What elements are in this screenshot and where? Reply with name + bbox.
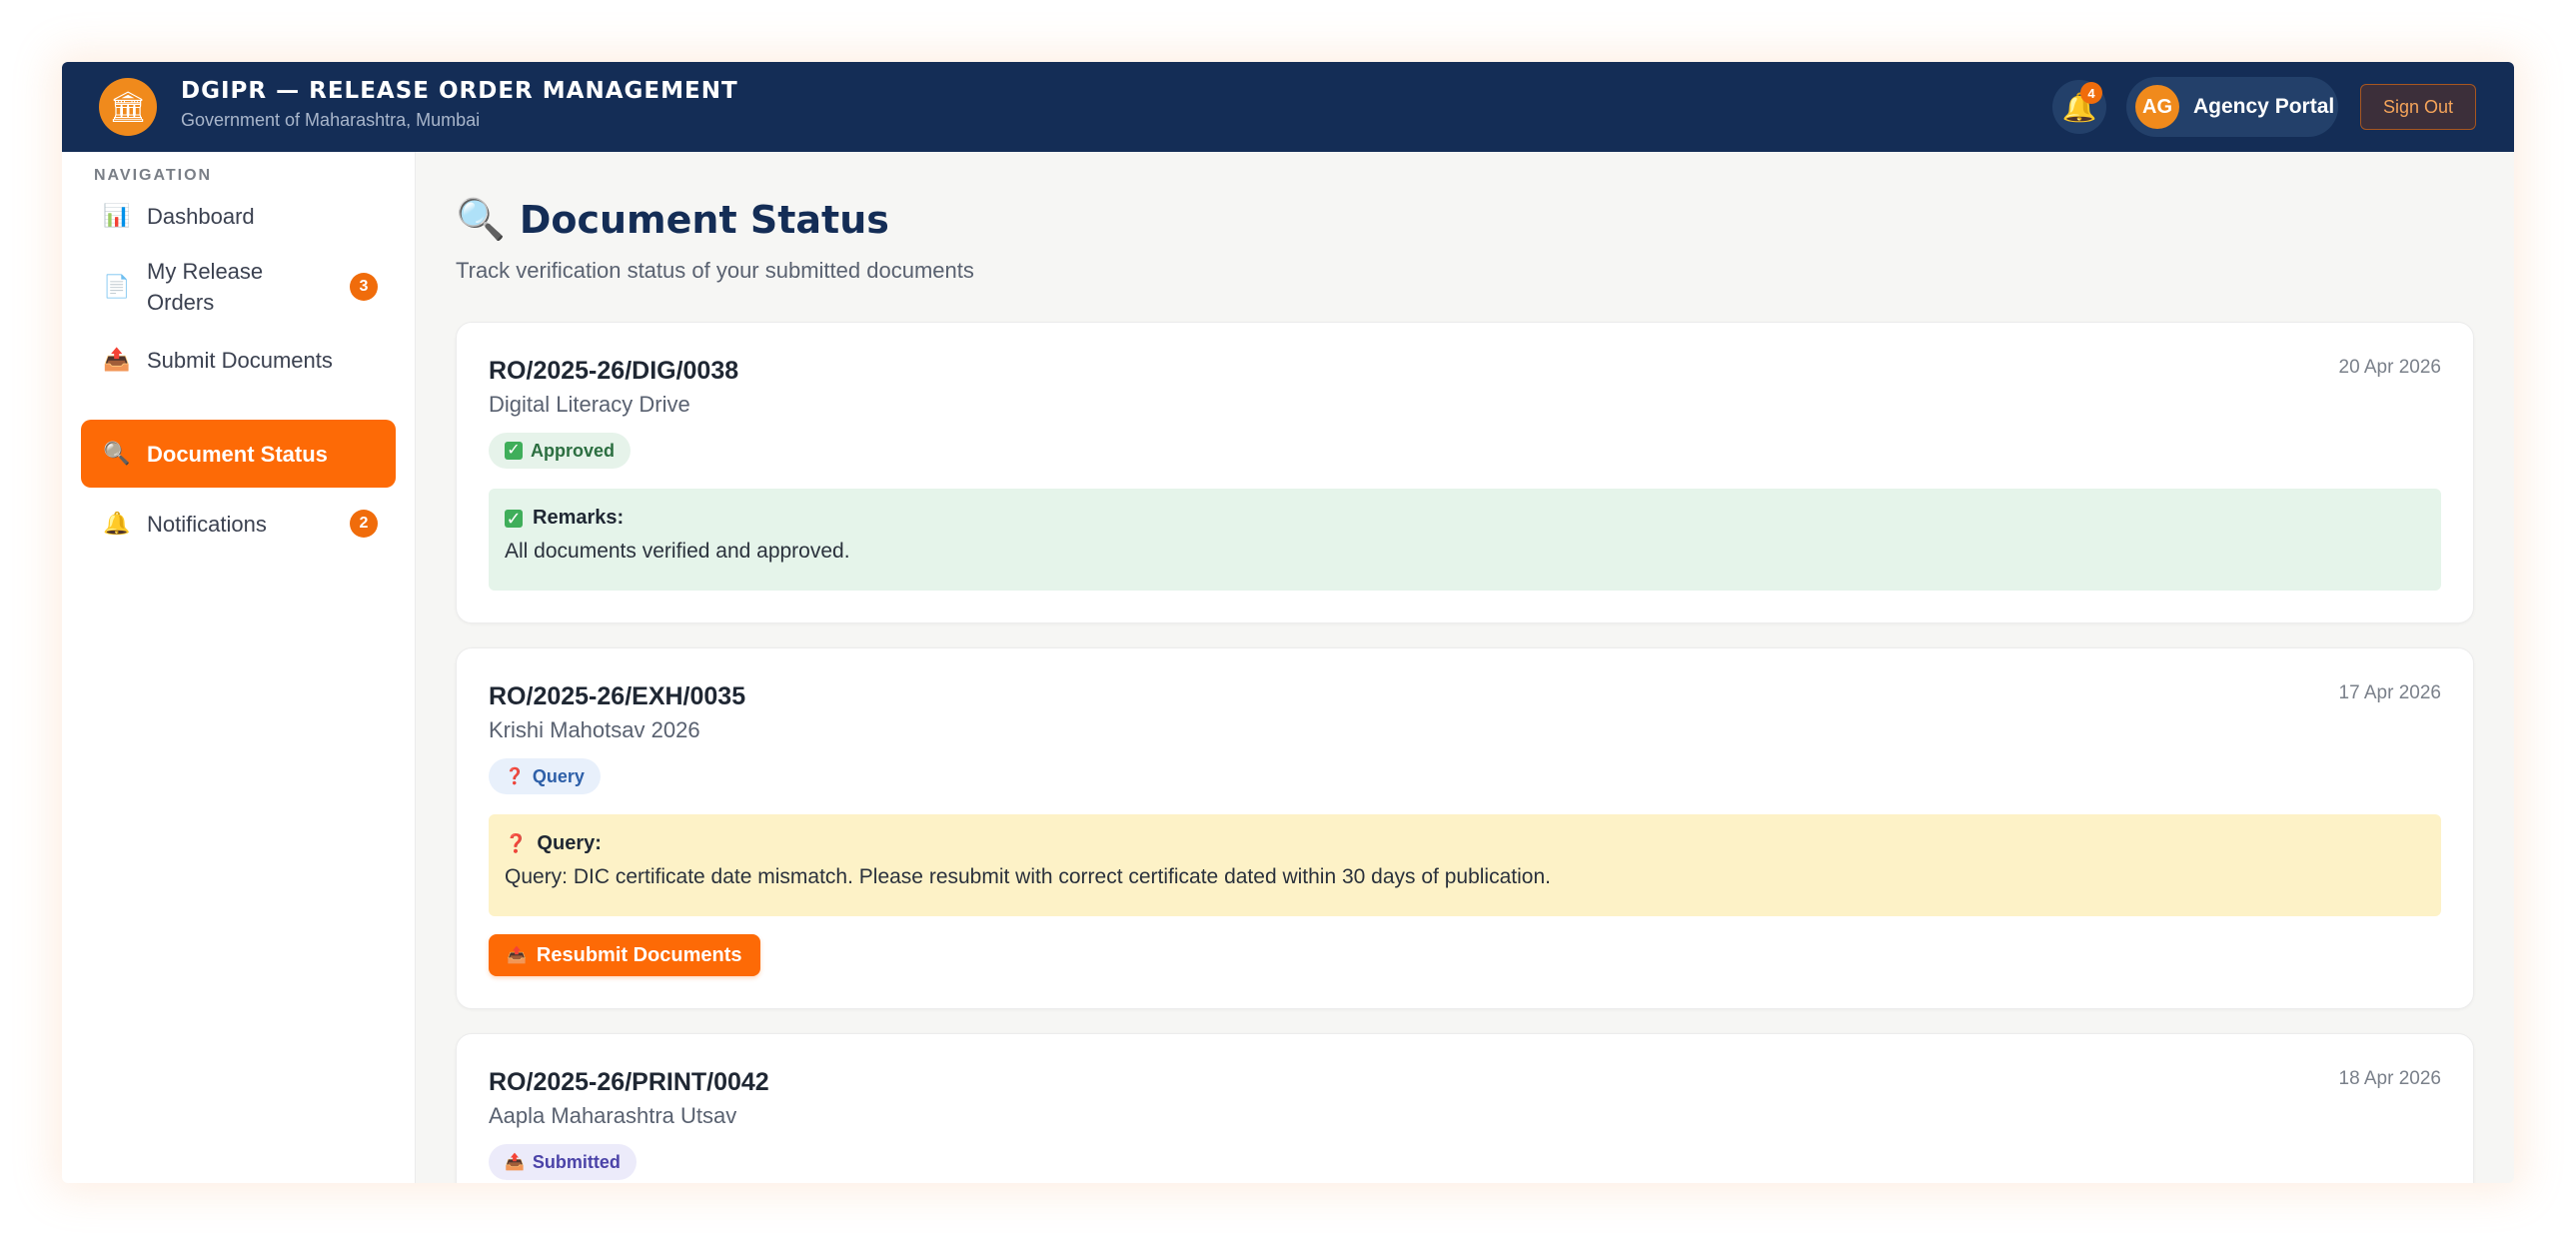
release-orders-count-badge: 3: [350, 273, 378, 301]
main-content: 🔍 Document Status Track verification sta…: [416, 152, 2514, 1183]
release-order-number: RO/2025-26/EXH/0035: [489, 682, 746, 710]
sidebar-item-dashboard[interactable]: 📊 Dashboard: [81, 188, 396, 244]
campaign-name: Aapla Maharashtra Utsav: [489, 1103, 737, 1128]
sidebar: NAVIGATION 📊 Dashboard 📄 My Release Orde…: [62, 152, 416, 1183]
document-card: RO/2025-26/EXH/0035 17 Apr 2026 Krishi M…: [456, 647, 2474, 1009]
check-icon: ✓: [505, 442, 523, 460]
remarks-heading: ✓ Remarks:: [505, 507, 2425, 530]
campaign-name: Digital Literacy Drive: [489, 392, 690, 417]
document-card: RO/2025-26/PRINT/0042 18 Apr 2026 Aapla …: [456, 1033, 2474, 1183]
sidebar-item-label: Submit Documents: [147, 347, 333, 373]
query-heading: ❓ Query:: [505, 832, 2425, 855]
card-date: 17 Apr 2026: [2338, 682, 2441, 703]
query-text: Query: DIC certificate date mismatch. Pl…: [505, 865, 1551, 888]
sidebar-item-label: My Release Orders: [147, 259, 264, 315]
sidebar-item-label: Notifications: [147, 511, 267, 537]
resubmit-documents-button[interactable]: 📤 Resubmit Documents: [489, 934, 760, 976]
page-title: 🔍 Document Status: [456, 196, 889, 243]
status-label: Query: [532, 765, 585, 786]
query-box: ❓ Query: Query: DIC certificate date mis…: [489, 814, 2441, 916]
card-date: 18 Apr 2026: [2338, 1068, 2441, 1089]
sidebar-item-label: Document Status: [147, 441, 328, 467]
resubmit-label: Resubmit Documents: [536, 943, 742, 966]
status-label: Approved: [531, 440, 616, 461]
query-title: Query:: [537, 832, 602, 854]
remarks-box: ✓ Remarks: All documents verified and ap…: [489, 489, 2441, 591]
chart-icon: 📊: [103, 203, 131, 228]
document-card: RO/2025-26/DIG/0038 20 Apr 2026 Digital …: [456, 322, 2474, 623]
sidebar-item-my-release-orders[interactable]: 📄 My Release Orders 3: [81, 250, 396, 324]
release-order-number: RO/2025-26/PRINT/0042: [489, 1068, 769, 1096]
app-window: 🏛 DGIPR — RELEASE ORDER MANAGEMENT Gover…: [62, 62, 2514, 1183]
card-date: 20 Apr 2026: [2338, 357, 2441, 378]
magnifier-icon: 🔍: [103, 441, 131, 466]
brand: DGIPR — RELEASE ORDER MANAGEMENT Governm…: [181, 78, 738, 131]
top-header: 🏛 DGIPR — RELEASE ORDER MANAGEMENT Gover…: [62, 62, 2514, 152]
remarks-title: Remarks:: [533, 507, 625, 529]
sidebar-item-label: Dashboard: [147, 203, 255, 229]
status-badge: ❓ Query: [489, 758, 601, 794]
magnifier-icon: 🔍: [456, 198, 506, 242]
page-title-text: Document Status: [519, 197, 889, 242]
upload-icon: 📤: [505, 1154, 525, 1171]
status-label: Submitted: [532, 1151, 621, 1172]
app-title: DGIPR — RELEASE ORDER MANAGEMENT: [181, 78, 738, 104]
sidebar-item-notifications[interactable]: 🔔 Notifications 2: [81, 492, 396, 556]
logo-icon: 🏛: [99, 78, 157, 136]
page-subtitle: Track verification status of your submit…: [456, 258, 974, 283]
status-badge: 📤 Submitted: [489, 1144, 637, 1180]
check-icon: ✓: [505, 508, 523, 529]
avatar: AG: [2135, 85, 2179, 129]
campaign-name: Krishi Mahotsav 2026: [489, 717, 700, 742]
user-label: Agency Portal: [2193, 95, 2335, 118]
app-subtitle: Government of Maharashtra, Mumbai: [181, 110, 481, 130]
user-menu[interactable]: AG Agency Portal: [2126, 77, 2338, 137]
sidebar-item-document-status[interactable]: 🔍 Document Status: [81, 420, 396, 488]
release-order-number: RO/2025-26/DIG/0038: [489, 357, 739, 385]
sidebar-item-submit-documents[interactable]: 📤 Submit Documents: [81, 328, 396, 392]
sign-out-button[interactable]: Sign Out: [2360, 84, 2476, 130]
question-icon: ❓: [505, 768, 525, 785]
notification-count-badge: 4: [2080, 82, 2102, 104]
notifications-count-badge: 2: [350, 510, 378, 538]
upload-icon: 📤: [507, 947, 527, 964]
remarks-text: All documents verified and approved.: [505, 540, 850, 563]
upload-icon: 📤: [103, 347, 131, 372]
notifications-button[interactable]: 🔔 4: [2052, 80, 2106, 134]
bell-icon: 🔔: [103, 511, 131, 536]
question-icon: ❓: [505, 833, 528, 853]
nav-heading: NAVIGATION: [94, 167, 213, 184]
document-icon: 📄: [103, 274, 131, 299]
status-badge: ✓ Approved: [489, 433, 632, 469]
